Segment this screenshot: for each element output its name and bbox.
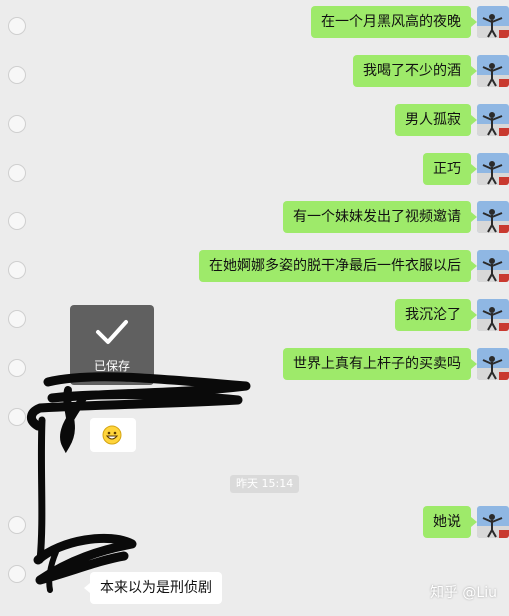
select-checkbox[interactable] — [8, 516, 26, 534]
select-checkbox[interactable] — [8, 66, 26, 84]
grinning-face-icon — [102, 425, 122, 445]
message-bubble-outgoing[interactable]: 我沉沦了 — [395, 299, 477, 331]
select-checkbox[interactable] — [8, 261, 26, 279]
select-checkbox[interactable] — [8, 310, 26, 328]
select-checkbox[interactable] — [8, 164, 26, 182]
message-bubble-outgoing[interactable]: 男人孤寂 — [395, 104, 477, 136]
message-bubble-outgoing[interactable]: 正巧 — [423, 153, 477, 185]
select-checkbox[interactable] — [8, 17, 26, 35]
user-avatar[interactable] — [477, 104, 509, 136]
saved-toast: 已保存 — [70, 305, 154, 385]
message-bubble-outgoing[interactable]: 世界上真有上杆子的买卖吗 — [283, 348, 477, 380]
message-bubble-outgoing[interactable]: 她说 — [423, 506, 477, 538]
select-checkbox[interactable] — [8, 359, 26, 377]
user-avatar[interactable] — [477, 153, 509, 185]
timestamp-divider: 昨天 15:14 — [230, 475, 300, 493]
zhihu-watermark: 知乎 @Liu — [429, 585, 497, 601]
select-checkbox[interactable] — [8, 565, 26, 583]
message-bubble-outgoing[interactable]: 有一个妹妹发出了视频邀请 — [283, 201, 477, 233]
user-avatar[interactable] — [477, 299, 509, 331]
chat-message-list: 在一个月黑风高的夜晚 我喝了不少的酒 男人孤寂 正巧 有一个妹妹发出了视频邀请 … — [0, 0, 509, 616]
user-avatar[interactable] — [477, 348, 509, 380]
toast-label: 已保存 — [93, 359, 130, 373]
user-avatar[interactable] — [477, 201, 509, 233]
message-bubble-outgoing[interactable]: 在一个月黑风高的夜晚 — [311, 6, 477, 38]
user-avatar[interactable] — [477, 250, 509, 282]
message-bubble-incoming-emoji[interactable] — [90, 418, 136, 452]
message-bubble-incoming[interactable]: 本来以为是刑侦剧 — [84, 572, 222, 604]
select-checkbox[interactable] — [8, 408, 26, 426]
user-avatar[interactable] — [477, 6, 509, 38]
select-checkbox[interactable] — [8, 212, 26, 230]
user-avatar[interactable] — [477, 506, 509, 538]
checkmark-icon — [96, 320, 128, 344]
message-bubble-outgoing[interactable]: 在她婀娜多姿的脱干净最后一件衣服以后 — [199, 250, 477, 282]
user-avatar[interactable] — [477, 55, 509, 87]
select-checkbox[interactable] — [8, 115, 26, 133]
message-bubble-outgoing[interactable]: 我喝了不少的酒 — [353, 55, 477, 87]
